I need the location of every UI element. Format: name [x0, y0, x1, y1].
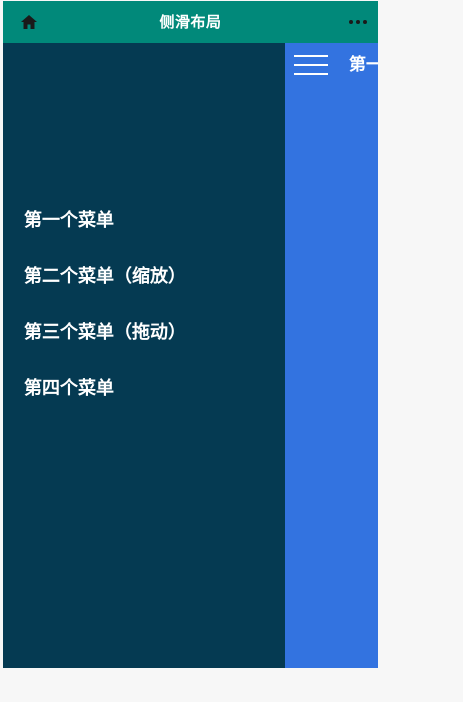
menu-item-fourth[interactable]: 第四个菜单	[24, 375, 114, 403]
app-window: 侧滑布局 第一个菜单 第二个菜单（缩放） 第三个菜单（拖动） 第四个菜单 第一个…	[3, 1, 378, 668]
content-title: 第一个菜单	[349, 55, 378, 75]
side-drawer: 第一个菜单 第二个菜单（缩放） 第三个菜单（拖动） 第四个菜单	[3, 43, 285, 668]
navigation-bar: 侧滑布局	[3, 1, 378, 43]
more-icon[interactable]	[347, 13, 369, 31]
hamburger-menu-icon[interactable]	[294, 52, 329, 76]
menu-item-third-drag[interactable]: 第三个菜单（拖动）	[24, 319, 186, 347]
menu-item-second-zoom[interactable]: 第二个菜单（缩放）	[24, 263, 186, 291]
main-content-panel[interactable]: 第一个菜单	[285, 43, 378, 668]
page-title: 侧滑布局	[159, 13, 222, 31]
menu-item-first[interactable]: 第一个菜单	[24, 207, 114, 235]
